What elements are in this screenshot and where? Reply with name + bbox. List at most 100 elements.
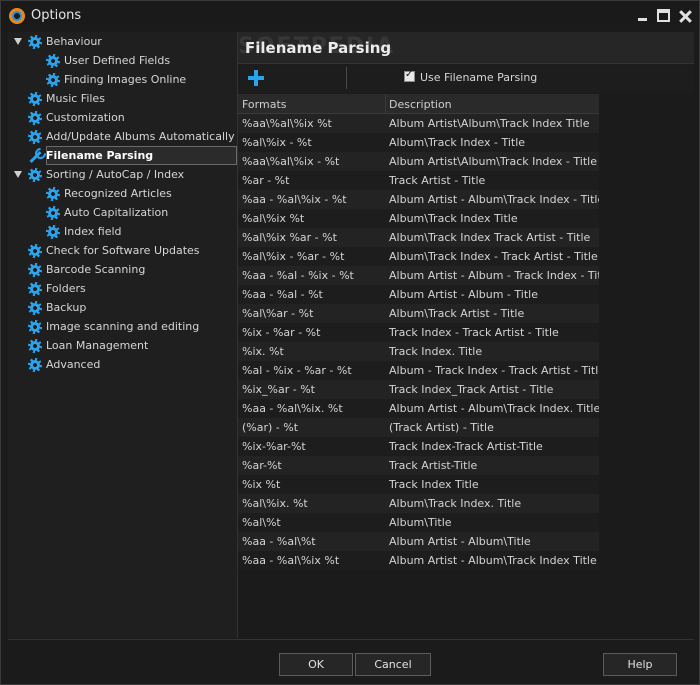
gear-icon xyxy=(28,262,42,277)
gear-icon xyxy=(28,129,42,144)
tree-item-label: Add/Update Albums Automatically xyxy=(46,130,235,143)
use-filename-parsing-label[interactable]: Use Filename Parsing xyxy=(420,71,537,84)
gear-icon xyxy=(28,243,42,258)
table-row[interactable]: %al\%ar - %t Album\Track Artist - Title xyxy=(238,304,599,323)
table-row[interactable]: %aa - %al\%ix. %t Album Artist - Album\Tr… xyxy=(238,399,601,418)
gear-icon xyxy=(46,186,60,201)
format-cell: %al\%t xyxy=(242,516,281,529)
table-row[interactable]: %ar-%t Track Artist-Title xyxy=(238,456,599,475)
table-row[interactable]: %aa - %al\%ix - %t Album Artist - Album\T… xyxy=(238,190,604,209)
maximize-icon[interactable] xyxy=(657,9,670,22)
description-cell: Album Artist - Album\Track Index. Title xyxy=(389,402,601,415)
gear-icon xyxy=(28,338,42,353)
table-row[interactable]: %aa - %al - %ix - %t Album Artist - Album… xyxy=(238,266,611,285)
table-row[interactable]: %aa - %al - %t Album Artist - Album - Tit… xyxy=(238,285,599,304)
table-row[interactable]: %ix_%ar - %t Track Index_Track Artist - T… xyxy=(238,380,599,399)
minimize-icon[interactable] xyxy=(636,9,650,23)
description-cell: Track Index_Track Artist - Title xyxy=(389,383,554,396)
tree-item[interactable]: Advanced xyxy=(8,355,237,374)
table-row[interactable]: %aa - %al\%t Album Artist - Album\Title xyxy=(238,532,599,551)
help-button[interactable]: Help xyxy=(603,653,677,676)
format-cell: %ar - %t xyxy=(242,174,290,187)
format-cell: (%ar) - %t xyxy=(242,421,299,434)
description-cell: Album Artist - Album\Title xyxy=(389,535,531,548)
tree-item[interactable]: Index field xyxy=(8,222,237,241)
tree-item[interactable]: Sorting / AutoCap / Index xyxy=(8,165,237,184)
expand-arrow-icon[interactable] xyxy=(14,38,22,45)
gear-icon xyxy=(28,91,42,106)
format-cell: %al\%ix. %t xyxy=(242,497,308,510)
description-cell: Album\Track Index - Title xyxy=(389,136,526,149)
format-cell: %ix. %t xyxy=(242,345,284,358)
tree-item[interactable]: Image scanning and editing xyxy=(8,317,237,336)
table-row[interactable]: %ix - %ar - %t Track Index - Track Artist… xyxy=(238,323,599,342)
tree-item[interactable]: Check for Software Updates xyxy=(8,241,237,260)
table-row[interactable]: %al\%ix %ar - %t Album\Track Index Track … xyxy=(238,228,599,247)
table-row[interactable]: %ix-%ar-%t Track Index-Track Artist-Title xyxy=(238,437,599,456)
tree-item-label: Auto Capitalization xyxy=(64,206,169,219)
tree-item[interactable]: Music Files xyxy=(8,89,237,108)
description-cell: Album\Track Index. Title xyxy=(389,497,522,510)
wrench-icon xyxy=(28,149,42,163)
description-cell: Track Index. Title xyxy=(389,345,483,358)
table-row[interactable]: %aa - %al\%ix %t Album Artist - Album\Tra… xyxy=(238,551,599,570)
table-row[interactable]: %al\%ix - %ar - %t Album\Track Index - Tr… xyxy=(238,247,599,266)
description-cell: Album Artist\Album\Track Index - Title xyxy=(389,155,597,168)
tree-item-label: Folders xyxy=(46,282,86,295)
tree-item-label: User Defined Fields xyxy=(64,54,171,67)
gear-icon xyxy=(28,319,42,334)
table-row[interactable]: %al\%ix - %t Album\Track Index - Title xyxy=(238,133,599,152)
add-icon[interactable] xyxy=(248,70,264,86)
tree-item[interactable]: Backup xyxy=(8,298,237,317)
tree-item[interactable]: Loan Management xyxy=(8,336,237,355)
format-cell: %ix-%ar-%t xyxy=(242,440,306,453)
tree-item[interactable]: Add/Update Albums Automatically xyxy=(8,127,237,146)
table-row[interactable]: (%ar) - %t (Track Artist) - Title xyxy=(238,418,599,437)
tree-item-label: Advanced xyxy=(46,358,101,371)
table-row[interactable]: %al\%t Album\Title xyxy=(238,513,599,532)
panel-toolbar: Use Filename Parsing xyxy=(238,65,694,93)
format-cell: %aa - %al\%ix %t xyxy=(242,554,340,567)
tree-item[interactable]: Customization xyxy=(8,108,237,127)
description-cell: Album Artist - Album\Track Index Title xyxy=(389,554,597,567)
tree-item[interactable]: Folders xyxy=(8,279,237,298)
tree-item-label: Index field xyxy=(64,225,122,238)
column-header-formats[interactable]: Formats xyxy=(242,98,287,111)
tree-item-label: Backup xyxy=(46,301,87,314)
table-row[interactable]: %al\%ix. %t Album\Track Index. Title xyxy=(238,494,599,513)
options-tree: Behaviour User Defined Fields Finding Imag… xyxy=(8,32,237,638)
table-row[interactable]: %al\%ix %t Album\Track Index Title xyxy=(238,209,599,228)
tree-item[interactable]: Auto Capitalization xyxy=(8,203,237,222)
format-cell: %al\%ix %t xyxy=(242,212,305,225)
table-row[interactable]: %ix %t Track Index Title xyxy=(238,475,599,494)
format-cell: %ix - %ar - %t xyxy=(242,326,321,339)
description-cell: Album Artist - Album\Track Index - Title xyxy=(389,193,605,206)
gear-icon xyxy=(46,205,60,220)
tree-item[interactable]: Behaviour xyxy=(8,32,237,51)
tree-item-label: Barcode Scanning xyxy=(46,263,146,276)
column-separator[interactable] xyxy=(385,94,386,114)
description-cell: Track Index - Track Artist - Title xyxy=(389,326,559,339)
table-row[interactable]: %ix. %t Track Index. Title xyxy=(238,342,599,361)
tree-item[interactable]: Recognized Articles xyxy=(8,184,237,203)
cancel-button[interactable]: Cancel xyxy=(355,653,431,676)
title-bar[interactable]: Options xyxy=(1,1,699,31)
table-row[interactable]: %aa\%al\%ix - %t Album Artist\Album\Track… xyxy=(238,152,599,171)
table-row[interactable]: %ar - %t Track Artist - Title xyxy=(238,171,599,190)
format-cell: %al\%ix - %ar - %t xyxy=(242,250,345,263)
tree-item[interactable]: Finding Images Online xyxy=(8,70,237,89)
ok-button[interactable]: OK xyxy=(279,653,353,676)
tree-item[interactable]: Filename Parsing xyxy=(8,146,237,165)
tree-item-label: Music Files xyxy=(46,92,105,105)
use-filename-parsing-checkbox[interactable] xyxy=(404,69,415,82)
close-icon[interactable] xyxy=(678,9,692,23)
tree-item[interactable]: User Defined Fields xyxy=(8,51,237,70)
tree-item[interactable]: Barcode Scanning xyxy=(8,260,237,279)
formats-grid: Formats Description %aa\%al\%ix %t Album … xyxy=(238,94,611,570)
column-header-description[interactable]: Description xyxy=(389,98,452,111)
description-cell: Album Artist - Album - Title xyxy=(389,288,538,301)
expand-arrow-icon[interactable] xyxy=(14,171,22,178)
table-row[interactable]: %al - %ix - %ar - %t Album - Track Index … xyxy=(238,361,605,380)
format-cell: %aa - %al\%ix - %t xyxy=(242,193,347,206)
table-row[interactable]: %aa\%al\%ix %t Album Artist\Album\Track I… xyxy=(238,114,599,133)
